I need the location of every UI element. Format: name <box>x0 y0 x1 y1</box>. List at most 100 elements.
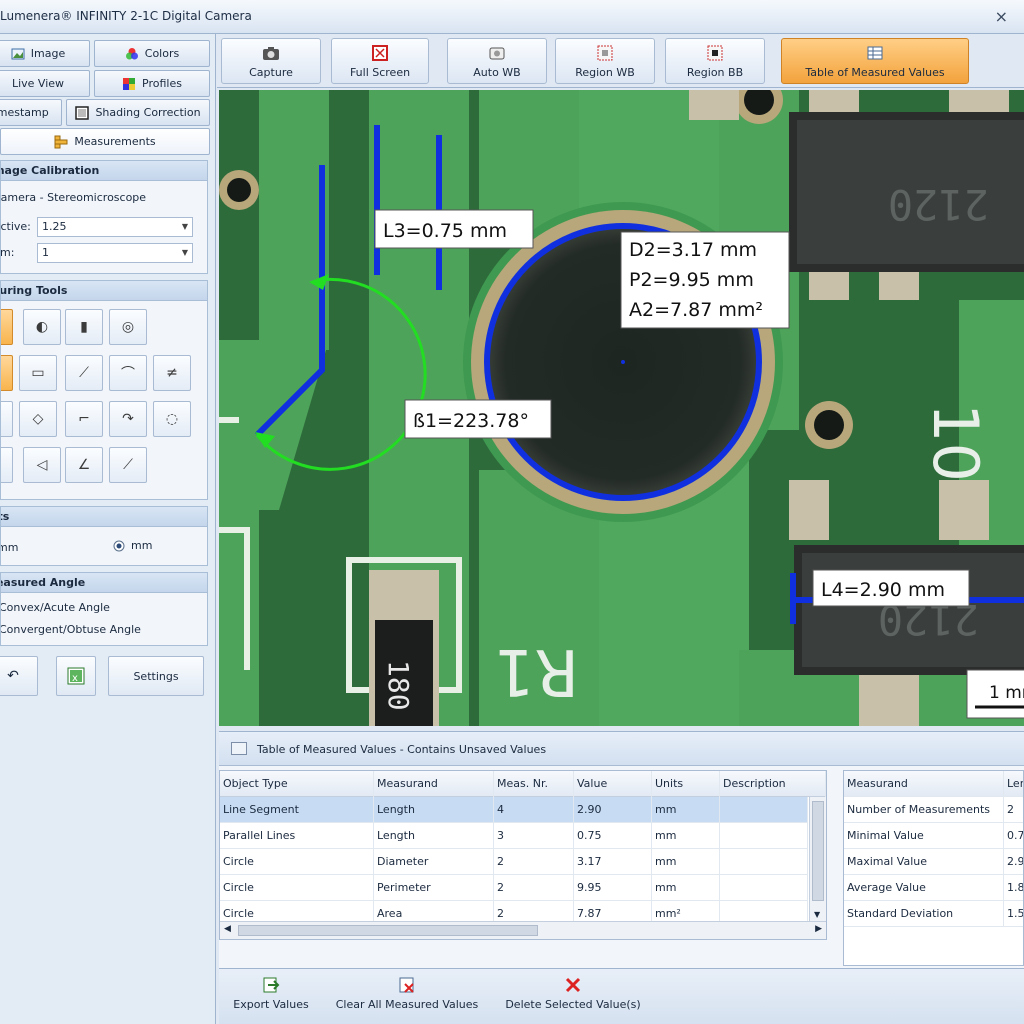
table-cell: mm <box>652 875 720 901</box>
label-a2: A2=7.87 mm² <box>629 299 763 321</box>
undo-button[interactable]: ↶ <box>0 656 38 696</box>
clear-all-button[interactable]: Clear All Measured Values <box>329 973 485 1019</box>
parallel-tool-button[interactable]: ≠ <box>153 355 191 391</box>
triangle-tool-button[interactable]: ◁ <box>23 447 61 483</box>
table-row[interactable]: Parallel Lines Length 3 0.75 mm <box>220 823 808 849</box>
table-of-measured-values-button[interactable]: Table of Measured Values <box>781 38 969 84</box>
angle-option-convex[interactable]: Convex/Acute Angle <box>1 601 110 614</box>
delete-selected-button[interactable]: Delete Selected Value(s) <box>499 973 647 1019</box>
parallel-tool-icon: ≠ <box>166 365 178 381</box>
tab-measurements[interactable]: Measurements <box>0 128 210 155</box>
table-row[interactable]: Line Segment Length 4 2.90 mm <box>220 797 808 823</box>
clear-all-label: Clear All Measured Values <box>335 998 479 1011</box>
capture-button[interactable]: Capture <box>221 38 321 84</box>
objective-select[interactable]: 1.25 ▼ <box>37 217 193 237</box>
calibration-header: Image Calibration <box>1 161 207 181</box>
angle-option-convergent[interactable]: Convergent/Obtuse Angle <box>1 623 141 636</box>
zoom-select[interactable]: 1 ▼ <box>37 243 193 263</box>
stats-row: Number of Measurements 2 <box>844 797 1023 823</box>
polyline-tool-button[interactable]: ⌐ <box>65 401 103 437</box>
image-icon <box>11 48 25 59</box>
close-icon[interactable]: × <box>995 7 1008 26</box>
statistics-table: Measurand Length Number of Measurements2… <box>843 770 1024 966</box>
arc-tool-button[interactable]: ↷ <box>109 401 147 437</box>
arc-tool-icon: ↷ <box>122 411 134 427</box>
scroll-down-icon[interactable]: ▼ <box>814 910 820 919</box>
angle-vertex-tool-button[interactable]: ∠ <box>65 447 103 483</box>
arbitrary-tool-button[interactable]: · <box>1 355 13 391</box>
shading-icon <box>75 105 90 120</box>
circle-tool-button[interactable]: ◎ <box>109 309 147 345</box>
angle-tool-button[interactable]: ⟋ <box>65 355 103 391</box>
polygon-tool-button[interactable]: ◇ <box>19 401 57 437</box>
unit-option-left[interactable]: mm <box>1 541 18 554</box>
horizontal-scrollbar[interactable]: ◀ ▶ <box>220 921 826 939</box>
stats-cell: 1.52 <box>1004 901 1023 927</box>
point-tool-icon: ▢ <box>0 411 1 427</box>
distance-tool-icon: ⟋ <box>123 457 133 473</box>
rectangle-tool-icon: ▮ <box>80 319 88 335</box>
column-header[interactable]: Object Type <box>220 771 374 797</box>
window-title: Lumenera® INFINITY 2-1C Digital Camera <box>0 9 252 23</box>
scroll-thumb[interactable] <box>812 801 824 901</box>
app-window: Lumenera® INFINITY 2-1C Digital Camera ×… <box>0 0 1024 1024</box>
export-values-button[interactable]: Export Values <box>229 973 313 1019</box>
colors-icon <box>125 47 138 59</box>
rectangle-tool-button[interactable]: ▮ <box>65 309 103 345</box>
cursor-tool-button[interactable]: ↖ <box>1 447 13 483</box>
full-screen-button[interactable]: Full Screen <box>331 38 429 84</box>
column-header[interactable]: Meas. Nr. <box>494 771 574 797</box>
table-of-measured-values-label: Table of Measured Values <box>805 66 945 79</box>
tab-colors[interactable]: Colors <box>94 40 210 67</box>
toolbar: Capture Full Screen Auto WB Region WB Re… <box>217 34 1024 88</box>
measured-values-table[interactable]: Object Type Measurand Meas. Nr. Value Units D… <box>219 770 827 940</box>
measured-values-header: Table of Measured Values - Contains Unsa… <box>219 732 1024 766</box>
microscope-image-view[interactable]: 2120 2120 10 R1 180 L3=0.75 mm D2=3.17 m… <box>219 90 1024 726</box>
stats-cell: 0.75 <box>1004 823 1023 849</box>
unit-option-right[interactable]: mm <box>113 539 152 552</box>
table-row[interactable]: Circle Perimeter 2 9.95 mm <box>220 875 808 901</box>
table-cell: 0.75 <box>574 823 652 849</box>
tab-timestamp[interactable]: Timestamp <box>0 99 62 126</box>
column-header[interactable]: Measurand <box>374 771 494 797</box>
auto-wb-button[interactable]: Auto WB <box>447 38 547 84</box>
measurements-icon <box>54 135 68 148</box>
spline-tool-button[interactable]: ◌ <box>153 401 191 437</box>
scroll-thumb[interactable] <box>238 925 538 936</box>
excel-button[interactable]: x <box>56 656 96 696</box>
tab-profiles[interactable]: Profiles <box>94 70 210 97</box>
tab-timestamp-label: Timestamp <box>0 106 49 119</box>
distance-tool-button[interactable]: ⟋ <box>109 447 147 483</box>
ellipse-tool-icon: ◐ <box>35 319 49 335</box>
table-icon <box>231 742 247 755</box>
polyline-tool-icon: ⌐ <box>78 411 90 427</box>
curve-tool-button[interactable]: ⌒ <box>109 355 147 391</box>
calibration-device: Camera - Stereomicroscope <box>0 191 147 204</box>
region-wb-button[interactable]: Region WB <box>555 38 655 84</box>
excel-icon: x <box>67 667 85 685</box>
table-row[interactable]: Circle Diameter 2 3.17 mm <box>220 849 808 875</box>
auto-wb-label: Auto WB <box>473 66 521 79</box>
pcb-image[interactable]: 2120 2120 10 R1 180 L3=0.75 mm D2=3.17 m… <box>219 90 1024 726</box>
column-header[interactable]: Description <box>720 771 826 797</box>
column-header[interactable]: Units <box>652 771 720 797</box>
tab-live-view[interactable]: Live View <box>0 70 90 97</box>
ellipse-tool-button[interactable]: ◐ <box>23 309 61 345</box>
column-header[interactable]: Value <box>574 771 652 797</box>
box-tool-button[interactable]: ▭ <box>19 355 57 391</box>
table-cell: 3 <box>494 823 574 849</box>
table-cell: Circle <box>220 849 374 875</box>
table-cell: Circle <box>220 875 374 901</box>
region-bb-button[interactable]: Region BB <box>665 38 765 84</box>
smd-resistor: 180 <box>369 570 439 726</box>
stats-row: Maximal Value2.90 <box>844 849 1023 875</box>
vertical-scrollbar[interactable]: ▼ <box>809 797 826 921</box>
settings-button[interactable]: Settings <box>108 656 204 696</box>
tab-shading-correction[interactable]: Shading Correction <box>66 99 210 126</box>
point-tool-button[interactable]: ▢ <box>0 401 13 437</box>
measuring-tools-header: Measuring Tools <box>1 281 207 301</box>
scroll-right-icon[interactable]: ▶ <box>815 924 822 934</box>
tab-image[interactable]: Image <box>0 40 90 67</box>
line-tool-button[interactable]: ● <box>1 309 13 345</box>
scroll-left-icon[interactable]: ◀ <box>224 924 231 934</box>
